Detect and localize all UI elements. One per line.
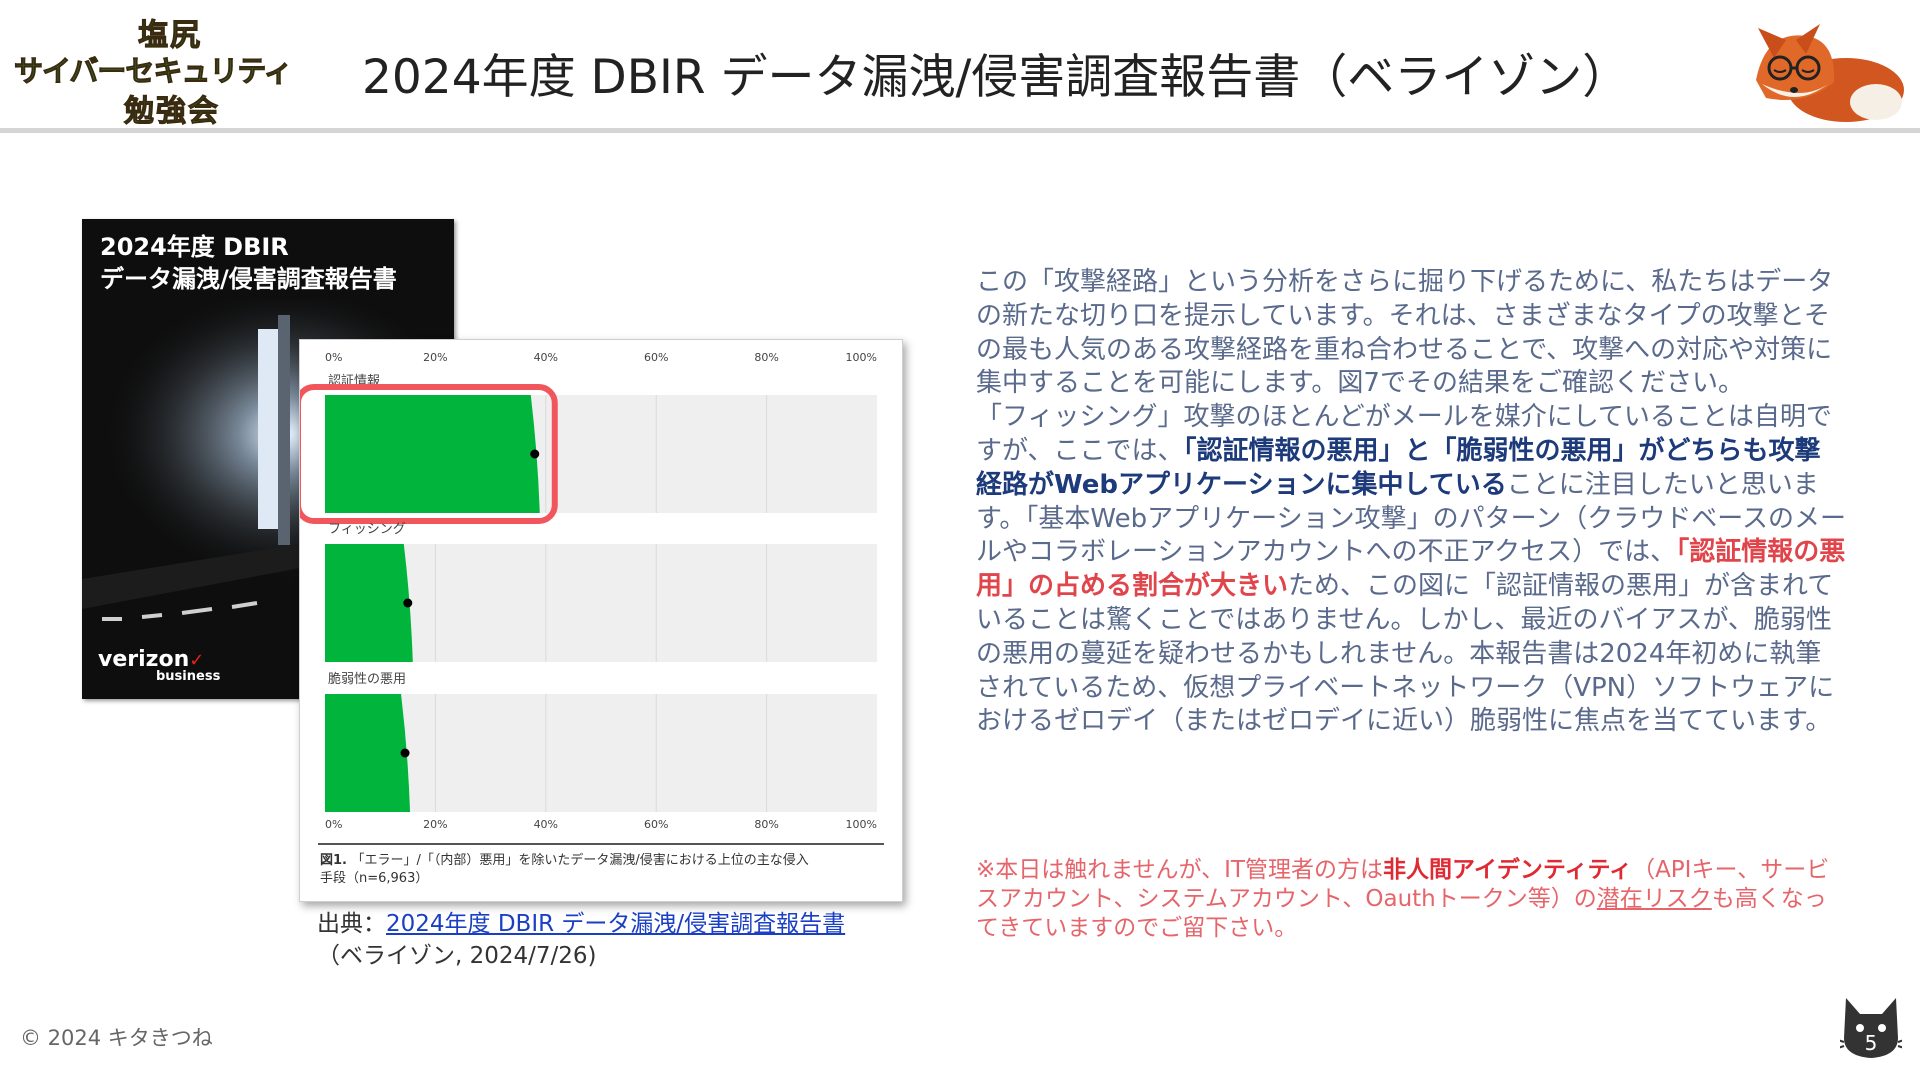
admin-note: ※本日は触れませんが、IT管理者の方は非人間アイデンティティ（APIキー、サービ… (976, 856, 1836, 943)
x-tick-top-4: 80% (754, 351, 778, 364)
note-non-human-identity: 非人間アイデンティティ (1382, 857, 1633, 883)
figure-attack-vector-chart: 0% 0% 20% 20% 40% 40% 60% 60% 80% 80% 100% 100% 認証情報… (299, 339, 903, 902)
note-latent-risk: 潜在リスク (1596, 886, 1712, 912)
logo-line-3: 勉強会 (124, 94, 220, 130)
bar-point-0 (530, 449, 540, 459)
source-report-link[interactable]: 2024年度 DBIR データ漏洩/侵害調査報告書 (386, 911, 845, 937)
fox-mascot-icon (1756, 24, 1904, 122)
bar-1 (325, 544, 413, 662)
body-paragraph-2: 「フィッシング」攻撃のほとんどがメールを媒介にしていることは自明ですが、ここでは… (976, 401, 1846, 739)
x-tick-top-2: 40% (534, 351, 558, 364)
bar-point-2 (400, 748, 410, 758)
x-tick-top-0: 0% (325, 351, 342, 364)
x-tick-bottom-1: 20% (423, 818, 447, 831)
page-number: 5 (1865, 1031, 1878, 1055)
cover-title: 2024年度 DBIR データ漏洩/侵害調査報告書 (100, 231, 397, 295)
source-citation: 出典：2024年度 DBIR データ漏洩/侵害調査報告書 （ベライゾン, 202… (317, 908, 845, 972)
source-prefix: 出典： (317, 911, 386, 937)
logo-line-2: サイバーセキュリティ (14, 54, 294, 89)
verizon-check-icon: ✓ (189, 650, 205, 671)
x-tick-bottom-5: 100% (846, 818, 877, 831)
x-tick-top-1: 20% (423, 351, 447, 364)
x-tick-bottom-0: 0% (325, 818, 342, 831)
page-title: 2024年度 DBIR データ漏洩/侵害調査報告書（ベライゾン） (362, 50, 1630, 105)
verizon-business-label: business (156, 669, 221, 684)
x-tick-bottom-2: 40% (534, 818, 558, 831)
figure-caption-line-2: 手段（n=6,963） (320, 871, 428, 886)
study-group-logo: 塩尻 サイバーセキュリティ 勉強会 (14, 10, 334, 130)
body-paragraph-1: この「攻撃経路」という分析をさらに掘り下げるために、私たちはデータの新たな切り口… (976, 267, 1834, 399)
category-label-2: 脆弱性の悪用 (328, 671, 406, 687)
cover-title-line-2: データ漏洩/侵害調査報告書 (100, 265, 397, 293)
bar-point-1 (403, 598, 413, 608)
x-tick-bottom-3: 60% (644, 818, 668, 831)
cat-page-badge-icon: 5 (1840, 998, 1902, 1058)
bar-0 (325, 395, 540, 513)
source-publisher-date: （ベライゾン, 2024/7/26) (317, 943, 597, 969)
x-tick-top-3: 60% (644, 351, 668, 364)
cover-title-line-1: 2024年度 DBIR (100, 233, 289, 261)
bar-chart: 0%0%20%20%40%40%60%60%80%80%100%100%認証情報… (300, 351, 884, 886)
category-label-1: フィッシング (328, 522, 406, 537)
body-text: この「攻撃経路」という分析をさらに掘り下げるために、私たちはデータの新たな切り口… (976, 266, 1846, 739)
header-divider (0, 128, 1920, 133)
copyright: © 2024 キタきつね (20, 1026, 213, 1050)
x-tick-bottom-4: 80% (754, 818, 778, 831)
x-tick-top-5: 100% (846, 351, 877, 364)
figure-caption-line-1: 図1. 「エラー」/「（内部）悪用」を除いたデータ漏洩/侵害における上位の主な侵… (320, 852, 809, 868)
note-intro: ※本日は触れませんが、IT管理者の方は (976, 857, 1383, 883)
slide-header: 塩尻 サイバーセキュリティ 勉強会 2024年度 DBIR データ漏洩/侵害調査… (0, 0, 1920, 130)
bar-2 (325, 694, 411, 812)
